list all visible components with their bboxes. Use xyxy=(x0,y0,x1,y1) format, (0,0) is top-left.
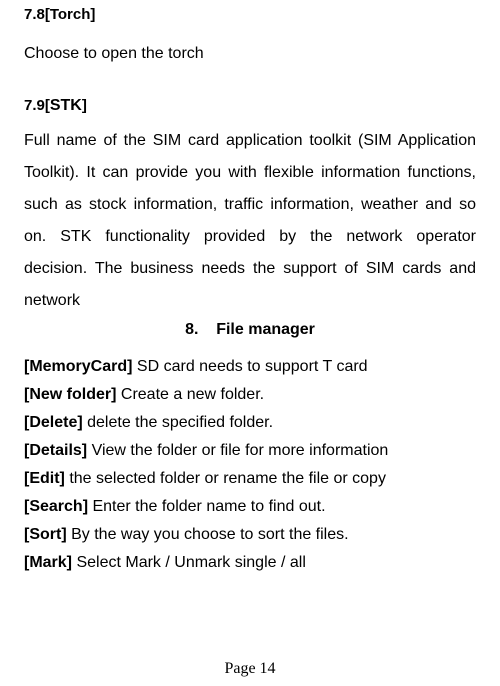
list-item: [Mark] Select Mark / Unmark single / all xyxy=(24,549,476,577)
section-7-9-heading: 7.9[STK] xyxy=(24,97,476,115)
list-item: [Details] View the folder or file for mo… xyxy=(24,437,476,465)
chapter-8-heading: 8. File manager xyxy=(24,321,476,339)
item-label: [New folder] xyxy=(24,386,116,403)
list-item: [Edit] the selected folder or rename the… xyxy=(24,465,476,493)
item-desc: View the folder or file for more informa… xyxy=(87,442,388,459)
section-7-8-body: Choose to open the torch xyxy=(24,41,476,67)
page-number: Page 14 xyxy=(0,660,500,678)
item-label: [Sort] xyxy=(24,526,67,543)
file-manager-list: [MemoryCard] SD card needs to support T … xyxy=(24,353,476,577)
item-label: [Mark] xyxy=(24,554,72,571)
section-7-9-heading-suffix: ] xyxy=(82,97,87,114)
item-label: [Details] xyxy=(24,442,87,459)
section-7-8-heading: 7.8[Torch] xyxy=(24,6,476,23)
item-desc: By the way you choose to sort the files. xyxy=(67,526,349,543)
chapter-number: 8. xyxy=(185,321,198,338)
item-label: [Search] xyxy=(24,498,88,515)
item-desc: delete the specified folder. xyxy=(83,414,273,431)
item-desc: Select Mark / Unmark single / all xyxy=(72,554,306,571)
list-item: [Search] Enter the folder name to find o… xyxy=(24,493,476,521)
section-7-9-heading-prefix: 7.9[ xyxy=(24,97,50,114)
item-label: [Delete] xyxy=(24,414,83,431)
chapter-title: File manager xyxy=(216,321,315,338)
section-7-9-body: Full name of the SIM card application to… xyxy=(24,125,476,317)
item-desc: SD card needs to support T card xyxy=(132,358,367,375)
section-7-9-heading-bold: STK xyxy=(50,97,82,114)
item-desc: Enter the folder name to find out. xyxy=(88,498,325,515)
item-label: [MemoryCard] xyxy=(24,358,132,375)
list-item: [MemoryCard] SD card needs to support T … xyxy=(24,353,476,381)
list-item: [Sort] By the way you choose to sort the… xyxy=(24,521,476,549)
list-item: [Delete] delete the specified folder. xyxy=(24,409,476,437)
item-desc: Create a new folder. xyxy=(116,386,264,403)
page-container: 7.8[Torch] Choose to open the torch 7.9[… xyxy=(0,0,500,686)
item-label: [Edit] xyxy=(24,470,65,487)
list-item: [New folder] Create a new folder. xyxy=(24,381,476,409)
item-desc: the selected folder or rename the file o… xyxy=(65,470,386,487)
